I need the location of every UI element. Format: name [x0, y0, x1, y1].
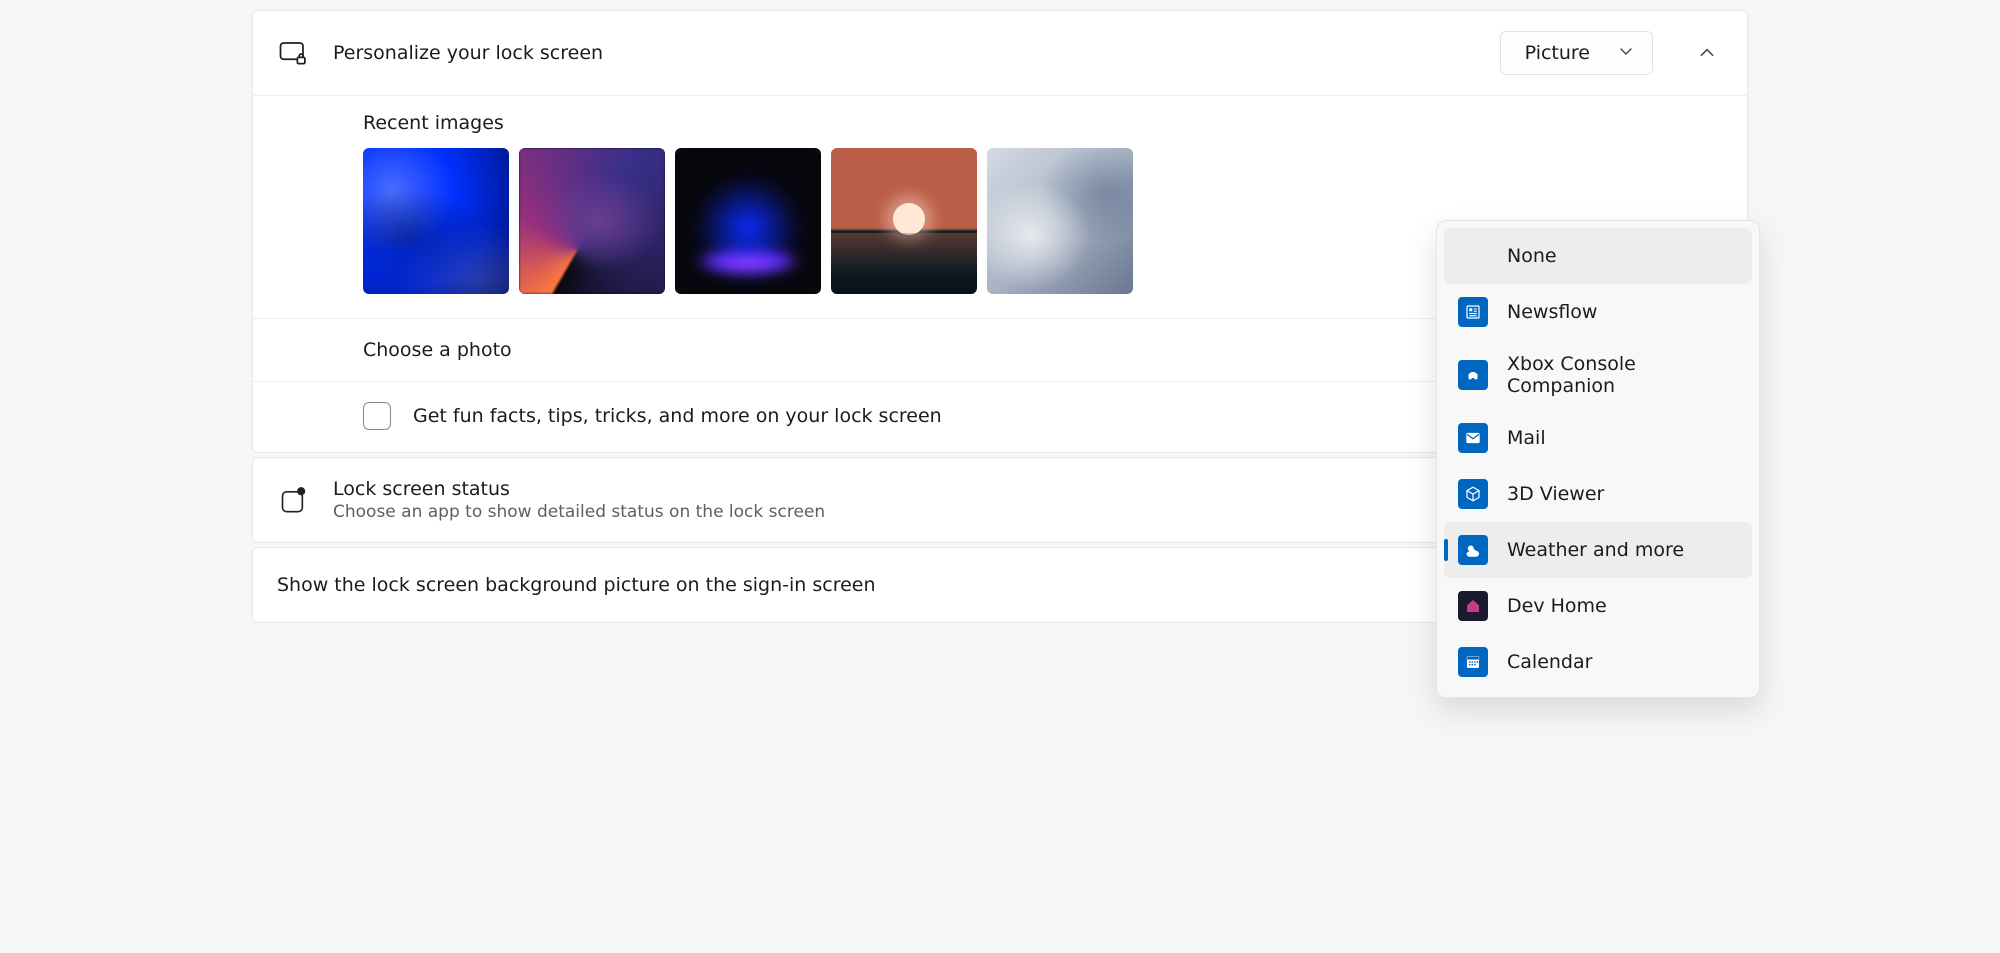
choose-photo-label: Choose a photo — [363, 339, 512, 361]
devhome-icon — [1458, 591, 1488, 621]
blank-icon — [1458, 241, 1488, 271]
status-app-icon — [277, 486, 309, 514]
menu-item-label: Newsflow — [1507, 301, 1597, 323]
mail-icon — [1458, 423, 1488, 453]
menu-item-mail[interactable]: Mail — [1444, 410, 1752, 466]
menu-item-label: None — [1507, 245, 1557, 267]
menu-item-weather[interactable]: Weather and more — [1444, 522, 1752, 578]
menu-item-label: Dev Home — [1507, 595, 1607, 617]
cube-icon — [1458, 479, 1488, 509]
news-icon — [1458, 297, 1488, 327]
chevron-down-icon — [1618, 42, 1634, 64]
recent-image-thumbnail[interactable] — [831, 148, 977, 294]
recent-image-thumbnail[interactable] — [675, 148, 821, 294]
menu-item-3dviewer[interactable]: 3D Viewer — [1444, 466, 1752, 522]
selection-indicator — [1444, 539, 1448, 561]
calendar-icon — [1458, 647, 1488, 677]
signin-background-label: Show the lock screen background picture … — [277, 574, 876, 596]
personalize-header[interactable]: Personalize your lock screen Picture — [253, 11, 1747, 95]
menu-item-label: Calendar — [1507, 651, 1592, 673]
lock-screen-icon — [277, 38, 309, 68]
menu-item-none[interactable]: None — [1444, 228, 1752, 284]
menu-item-label: Xbox Console Companion — [1507, 353, 1738, 397]
dropdown-value: Picture — [1525, 42, 1590, 64]
fun-facts-label: Get fun facts, tips, tricks, and more on… — [413, 405, 942, 427]
recent-image-thumbnail[interactable] — [519, 148, 665, 294]
menu-item-calendar[interactable]: Calendar — [1444, 634, 1752, 690]
weather-icon — [1458, 535, 1488, 565]
menu-item-newsflow[interactable]: Newsflow — [1444, 284, 1752, 340]
recent-image-thumbnail[interactable] — [363, 148, 509, 294]
menu-item-label: 3D Viewer — [1507, 483, 1604, 505]
menu-item-devhome[interactable]: Dev Home — [1444, 578, 1752, 634]
fun-facts-checkbox[interactable] — [363, 402, 391, 430]
lock-screen-type-dropdown[interactable]: Picture — [1500, 31, 1653, 75]
menu-item-label: Weather and more — [1507, 539, 1684, 561]
recent-images-label: Recent images — [363, 112, 1747, 134]
menu-item-label: Mail — [1507, 427, 1546, 449]
recent-image-thumbnail[interactable] — [987, 148, 1133, 294]
personalize-title: Personalize your lock screen — [333, 42, 1476, 64]
collapse-button[interactable] — [1691, 44, 1723, 62]
status-app-flyout: None Newsflow Xbox Console Companion Mai… — [1436, 220, 1760, 698]
xbox-icon — [1458, 360, 1488, 390]
menu-item-xbox[interactable]: Xbox Console Companion — [1444, 340, 1752, 410]
